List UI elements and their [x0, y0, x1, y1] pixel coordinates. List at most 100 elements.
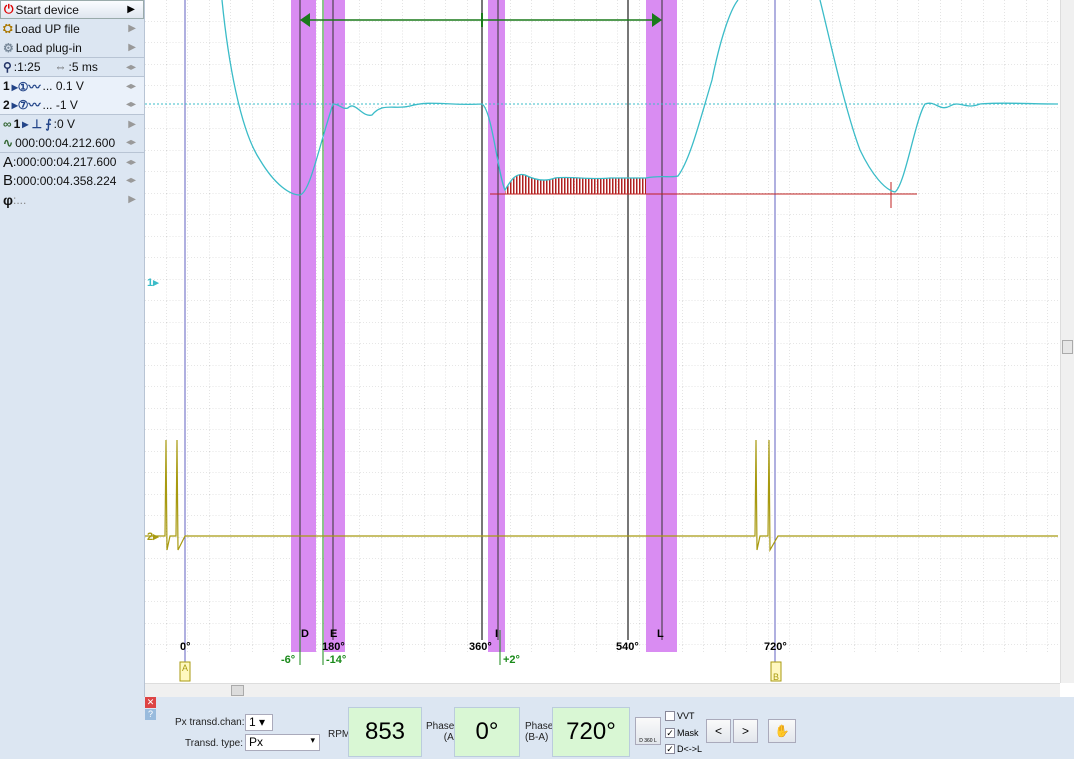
- close-panel-icon[interactable]: ✕: [145, 697, 156, 708]
- cursor-a-time: :000:00:04.217.600: [13, 155, 117, 169]
- channel-2-range: ... -1 V: [42, 97, 78, 112]
- submenu-arrow-icon: ▶: [128, 23, 136, 34]
- left-right-arrows-icon[interactable]: ◂▸: [126, 62, 136, 73]
- phase-a-label-text: Phase:: [426, 721, 458, 732]
- zoom-value: :1:25: [13, 60, 41, 74]
- sidebar: ⏻ Start device ▶ ⛭ Load UP file ▶ ⚙ Load plug…: [0, 0, 145, 697]
- submenu-arrow-icon: ▶: [128, 42, 136, 53]
- channel-2-number: 2: [3, 97, 10, 112]
- channel-1-marker[interactable]: 1▸: [147, 277, 159, 289]
- phase-a-value: 0°: [454, 707, 520, 757]
- pan-hand-button[interactable]: ✋: [768, 719, 796, 743]
- trigger-time-row[interactable]: ∿ 000:00:04.212.600 ◂▸: [0, 133, 144, 152]
- left-right-arrows-icon[interactable]: ◂▸: [126, 175, 136, 186]
- degree-label-180: 180°: [322, 641, 345, 653]
- channel-1-range: ... 0.1 V: [42, 79, 84, 93]
- mask-checkbox[interactable]: ✓ Mask: [665, 728, 699, 738]
- phi-value: :...: [13, 192, 27, 207]
- degree-label-540: 540°: [616, 641, 639, 653]
- cursor-a-row[interactable]: A:000:00:04.217.600 ◂▸: [0, 152, 144, 171]
- submenu-arrow-icon: ▶: [128, 194, 136, 205]
- cursor-b-tag-label: B: [773, 672, 779, 682]
- horizontal-scrollbar[interactable]: [145, 683, 1060, 697]
- trigger-time: 000:00:04.212.600: [15, 135, 116, 150]
- band-label-i: I: [495, 628, 498, 640]
- cursor-b-time: :000:00:04.358.224: [13, 173, 117, 188]
- transd-type-select[interactable]: Px ▾: [245, 734, 320, 751]
- d-360-l-button[interactable]: D 360 L: [635, 717, 661, 745]
- band-label-l: L: [657, 628, 664, 640]
- phase-ba-value: 720°: [552, 707, 630, 757]
- start-device-button[interactable]: ⏻ Start device ▶: [0, 0, 144, 19]
- trigger-channel: 1: [13, 117, 21, 131]
- timebase-value: :5 ms: [68, 60, 98, 74]
- channel-1-probe-icon: ▸①〰: [11, 79, 41, 94]
- rpm-value: 853: [348, 707, 422, 757]
- left-right-arrows-icon[interactable]: ◂▸: [126, 99, 136, 110]
- binoculars-icon: ∞: [3, 117, 12, 131]
- offset-label-i: +2°: [503, 654, 520, 666]
- channel-2-row[interactable]: 2 ▸⑦〰... -1 V ◂▸: [0, 95, 144, 114]
- degree-label-720: 720°: [764, 641, 787, 653]
- trigger-level: :0 V: [53, 117, 76, 131]
- band-e: [324, 0, 345, 652]
- zoom-timebase-row[interactable]: ⚲:1:25 ⇔:5 ms ◂▸: [0, 57, 144, 76]
- band-label-e: E: [330, 628, 337, 640]
- bottom-panel: ✕ ? Px transd.chan: 1 ▾ Transd. type: Px…: [0, 697, 1074, 759]
- open-file-icon: ⛭: [3, 21, 13, 35]
- transd-type-value: Px: [249, 735, 264, 749]
- load-up-file-button[interactable]: ⛭ Load UP file ▶: [0, 19, 144, 38]
- previous-button[interactable]: <: [706, 719, 731, 743]
- oscilloscope-plot[interactable]: 1▸ 2▸ 0° 180° 360° 540° 720° D E I L -6°…: [145, 0, 1060, 683]
- vertical-scroll-thumb[interactable]: [1062, 340, 1073, 354]
- phi-label: φ: [3, 191, 14, 208]
- hand-icon: ✋: [774, 724, 790, 738]
- vertical-scrollbar[interactable]: [1060, 0, 1074, 683]
- magnifier-icon: ⚲: [3, 60, 12, 74]
- cursor-b-row[interactable]: B:000:00:04.358.224 ◂▸: [0, 171, 144, 190]
- offset-label-d: -6°: [281, 654, 295, 666]
- px-chan-label: Px transd.chan:: [175, 717, 245, 728]
- channel-2-probe-icon: ▸⑦〰: [11, 98, 41, 112]
- transd-type-label: Transd. type:: [185, 738, 243, 749]
- d-l-label: D<->L: [677, 744, 703, 754]
- degree-label-0: 0°: [180, 641, 191, 653]
- vvt-checkbox[interactable]: VVT: [665, 711, 695, 721]
- channel-1-row[interactable]: 1 ▸①〰... 0.1 V ◂▸: [0, 76, 144, 95]
- next-button[interactable]: >: [733, 719, 758, 743]
- phase-ba-sub: (B-A): [525, 732, 549, 743]
- grid: [145, 0, 1060, 652]
- timebase-icon: ⇔: [54, 60, 67, 74]
- left-right-arrows-icon[interactable]: ◂▸: [126, 81, 136, 92]
- trigger-row[interactable]: ∞ 1 ▸ ⊥ ⨍:0 V ▶: [0, 114, 144, 133]
- plugin-gear-icon: ⚙: [3, 40, 14, 55]
- channel-2-marker[interactable]: 2▸: [147, 531, 159, 543]
- phase-a-label: Phase: (A): [426, 721, 457, 743]
- degree-label-360: 360°: [469, 641, 492, 653]
- px-chan-value: 1: [249, 715, 256, 729]
- px-chan-select[interactable]: 1 ▾: [245, 714, 273, 731]
- d-l-checkbox[interactable]: ✓ D<->L: [665, 744, 702, 754]
- help-icon[interactable]: ?: [145, 709, 156, 720]
- load-up-file-label: Load UP file: [14, 21, 80, 36]
- band-label-d: D: [301, 628, 309, 640]
- cursor-b-label: B: [3, 172, 14, 189]
- start-device-label: Start device: [15, 2, 79, 17]
- d-360-l-label: D 360 L: [639, 738, 657, 744]
- left-right-arrows-icon[interactable]: ◂▸: [126, 137, 136, 148]
- offset-label-e: -14°: [326, 654, 346, 666]
- left-right-arrows-icon[interactable]: ◂▸: [126, 157, 136, 168]
- trigger-edge-icon: ▸ ⊥ ⨍: [22, 117, 52, 131]
- band-d: [291, 0, 316, 652]
- submenu-arrow-icon: ▶: [127, 4, 135, 15]
- band-i: [488, 0, 505, 652]
- cursor-a-tag-label: A: [182, 663, 188, 673]
- load-plugin-label: Load plug-in: [15, 40, 82, 55]
- waveform-icon: ∿: [3, 135, 14, 150]
- cursor-a-label: A: [3, 153, 14, 171]
- horizontal-scroll-thumb[interactable]: [231, 685, 244, 696]
- mask-label: Mask: [677, 728, 699, 738]
- phi-row[interactable]: φ:... ▶: [0, 190, 144, 209]
- vvt-label: VVT: [677, 711, 695, 721]
- load-plugin-button[interactable]: ⚙ Load plug-in ▶: [0, 38, 144, 57]
